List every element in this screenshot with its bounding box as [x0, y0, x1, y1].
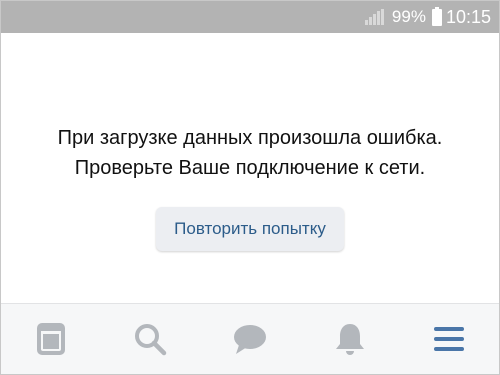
clock: 10:15 — [445, 6, 491, 27]
error-screen: При загрузке данных произошла ошибка. Пр… — [1, 33, 499, 303]
error-line-2: Проверьте Ваше подключение к сети. — [74, 157, 426, 179]
tab-search[interactable] — [120, 314, 180, 364]
battery-icon — [431, 6, 442, 26]
messages-icon — [233, 325, 266, 354]
status-bar: 99% 10:15 — [1, 1, 499, 33]
battery-percent: 99% — [391, 7, 426, 26]
error-message: При загрузке данных произошла ошибка. Пр… — [58, 123, 443, 183]
tab-news[interactable] — [21, 314, 81, 364]
notifications-icon — [335, 324, 364, 355]
tab-notifications[interactable] — [320, 314, 380, 364]
signal-icon — [364, 9, 384, 25]
news-icon — [36, 323, 65, 355]
menu-icon — [434, 327, 465, 351]
tab-menu[interactable] — [419, 314, 479, 364]
tab-messages[interactable] — [220, 314, 280, 364]
retry-button[interactable]: Повторить попытку — [156, 207, 344, 251]
search-icon — [135, 324, 167, 356]
bottom-tab-bar — [1, 303, 499, 374]
error-line-1: При загрузке данных произошла ошибка. — [57, 127, 443, 149]
